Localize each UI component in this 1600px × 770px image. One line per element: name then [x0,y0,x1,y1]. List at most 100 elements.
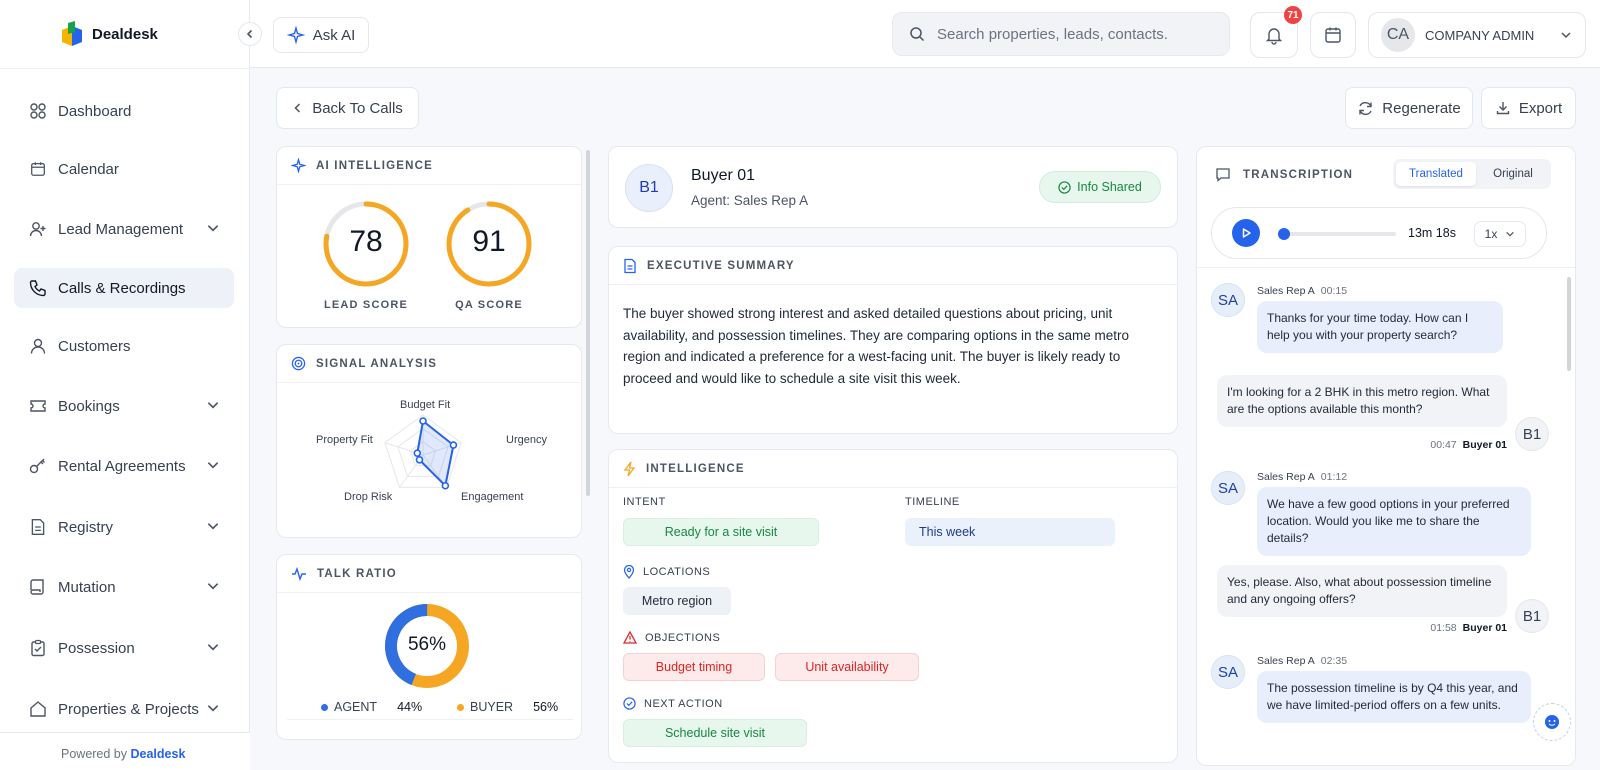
document-icon [624,258,636,273]
sidebar-item-lead-management[interactable]: Lead Management [14,209,234,249]
avatar: CA [1381,18,1415,52]
sidebar-item-label: Properties & Projects [58,700,199,718]
chevron-down-icon [207,402,219,409]
clipboard-check-icon [28,638,48,658]
calendar-icon [1325,27,1341,43]
progress-handle[interactable] [1278,228,1290,240]
avatar: SA [1211,655,1245,689]
map-pin-icon [623,565,635,579]
avatar: SA [1211,471,1245,505]
chevron-down-icon [207,523,219,530]
logo[interactable]: Dealdesk [60,20,158,48]
sidebar-item-registry[interactable]: Registry [14,507,234,547]
transcript-scrollbar[interactable] [1567,277,1571,371]
sparkle-icon [286,26,305,44]
message-bubble: We have a few good options in your prefe… [1257,487,1531,556]
radar-label-urgency: Urgency [506,434,547,446]
left-column-scrollbar[interactable] [586,150,590,496]
back-to-calls-button[interactable]: Back To Calls [276,87,419,129]
search-input[interactable]: Search properties, leads, contacts. [892,12,1230,56]
sidebar-item-dashboard[interactable]: Dashboard [14,91,234,131]
signal-analysis-card: SIGNAL ANALYSIS Budget Fit Urgency Engag… [276,344,582,538]
radar-label-engagement: Engagement [461,491,524,503]
play-button[interactable] [1232,219,1260,247]
sidebar-item-mutation[interactable]: Mutation [14,567,234,607]
buyer-avatar: B1 [625,164,673,212]
legend-agent: AGENT 44% [321,700,422,714]
sidebar-item-calls-recordings[interactable]: Calls & Recordings [14,268,234,308]
phone-icon [28,278,48,298]
document-icon [28,517,48,537]
scroll-icon [28,577,48,597]
executive-summary-card: EXECUTIVE SUMMARY The buyer showed stron… [608,246,1178,434]
audio-player: 13m 18s 1x [1211,207,1547,259]
user-menu[interactable]: CA COMPANY ADMIN [1368,12,1586,58]
calendar-button[interactable] [1310,12,1356,58]
tab-translated[interactable]: Translated [1396,162,1476,186]
sidebar-item-label: Rental Agreements [58,457,186,475]
card-title: INTELLIGENCE [646,462,745,475]
buyer-agent: Agent: Sales Rep A [691,193,809,208]
card-title: TRANSCRIPTION [1243,168,1354,181]
locations-label: LOCATIONS [623,565,710,579]
radar-label-property-fit: Property Fit [316,434,373,446]
avatar: SA [1211,283,1245,317]
message-meta: Sales Rep A 01:12 [1257,471,1348,483]
tab-original[interactable]: Original [1477,162,1549,186]
message-bubble: Yes, please. Also, what about possession… [1217,565,1507,617]
dealdesk-logo-icon [62,21,82,46]
sidebar-item-rental-agreements[interactable]: Rental Agreements [14,446,234,486]
next-action-chip: Schedule site visit [623,719,807,747]
message-meta: Sales Rep A 00:15 [1257,285,1348,297]
qa-score-value: 91 [472,225,506,258]
sidebar-item-label: Possession [58,639,135,657]
key-icon [28,456,48,476]
powered-brand[interactable]: Dealdesk [131,747,186,761]
card-title: EXECUTIVE SUMMARY [647,259,795,272]
legend-buyer: BUYER 56% [457,700,558,714]
sidebar-item-properties-projects[interactable]: Properties & Projects [14,689,234,729]
download-icon [1496,102,1510,115]
objection-chip: Budget timing [623,653,765,681]
lightning-icon [623,461,636,476]
timeline-label: TIMELINE [905,496,960,508]
chevron-down-icon [207,644,219,651]
message-icon [1216,168,1230,182]
intelligence-card: INTELLIGENCE INTENT Ready for a site vis… [608,449,1178,763]
sparkle-icon [291,158,306,173]
ask-ai-button[interactable]: Ask AI [273,17,369,53]
sidebar-item-possession[interactable]: Possession [14,628,234,668]
user-icon [28,336,48,356]
summary-text: The buyer showed strong interest and ask… [623,306,1130,386]
dashboard-icon [28,101,48,121]
sidebar-item-label: Calls & Recordings [58,279,186,297]
sidebar-item-label: Customers [58,337,131,355]
timeline-chip: This week [905,518,1115,546]
buyer-name: Buyer 01 [691,167,756,184]
export-button[interactable]: Export [1481,87,1576,129]
user-plus-icon [28,219,48,239]
play-icon [1242,228,1251,238]
check-circle-icon [623,697,636,710]
message-meta: 00:47 Buyer 01 [1430,439,1507,451]
user-role: COMPANY ADMIN [1425,27,1535,43]
sidebar-item-calendar[interactable]: Calendar [14,149,234,189]
sidebar-item-label: Lead Management [58,220,184,238]
chevron-down-icon [1506,231,1515,237]
radar-point [419,417,427,425]
sidebar-item-customers[interactable]: Customers [14,326,234,366]
sidebar-item-label: Calendar [58,160,119,178]
bell-icon [1265,28,1283,45]
chevron-down-icon [207,225,219,232]
radar-point [449,441,458,449]
sidebar-item-bookings[interactable]: Bookings [14,386,234,426]
search-placeholder: Search properties, leads, contacts. [937,25,1168,43]
card-title: AI INTELLIGENCE [316,159,434,172]
sidebar-collapse-button[interactable] [238,22,262,46]
chevron-down-icon [207,462,219,469]
speed-select[interactable]: 1x [1474,221,1526,247]
progress-track[interactable] [1278,232,1396,236]
regenerate-button[interactable]: Regenerate [1345,87,1473,129]
assistant-fab[interactable] [1533,703,1571,741]
message-meta: Sales Rep A 02:35 [1257,655,1348,667]
